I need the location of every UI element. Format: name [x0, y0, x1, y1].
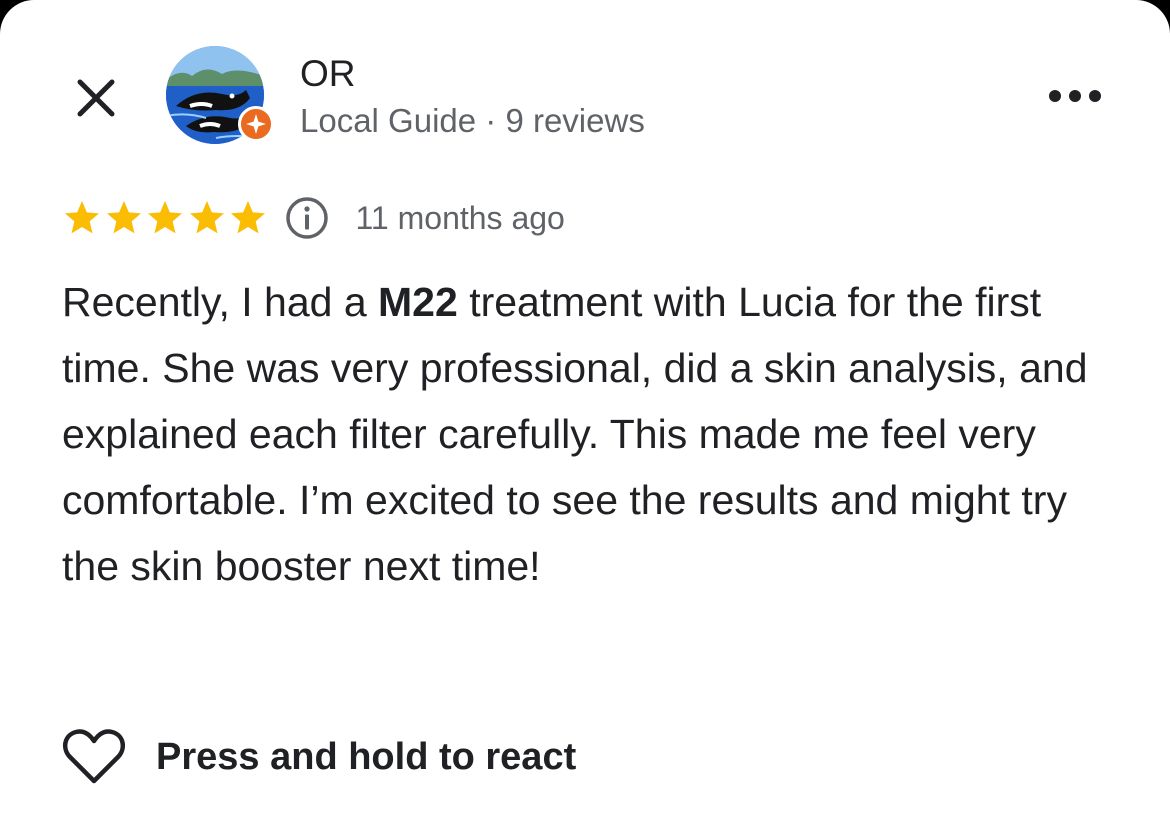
info-icon[interactable] [284, 195, 330, 241]
review-date: 11 months ago [355, 199, 565, 236]
review-text-part: Recently, I had a [62, 279, 379, 325]
close-button[interactable] [70, 72, 122, 124]
react-button[interactable]: Press and hold to react [62, 724, 576, 790]
star-icon [65, 201, 99, 234]
reviewer-name[interactable]: OR [300, 52, 356, 96]
review-text: Recently, I had a M22 treatment with Luc… [62, 269, 1122, 599]
more-options-button[interactable] [1040, 76, 1110, 116]
star-icon [148, 201, 182, 234]
star-icon [106, 201, 141, 234]
reviewer-avatar-group[interactable] [166, 46, 278, 146]
heart-outline-icon [62, 729, 126, 784]
local-guide-star-badge [246, 114, 266, 134]
review-text-part: treatment with Lucia for the first time.… [62, 279, 1088, 589]
review-sheet: OR Local Guide · 9 reviews 11 months ago… [0, 0, 1170, 826]
react-label: Press and hold to react [156, 735, 577, 778]
star-rating [62, 198, 270, 238]
close-icon [77, 79, 115, 117]
star-icon [231, 201, 265, 234]
local-guide-badge [238, 106, 274, 142]
reviewer-meta[interactable]: Local Guide · 9 reviews [300, 100, 645, 142]
more-horizontal-icon [1049, 90, 1101, 102]
star-icon [189, 201, 224, 234]
review-text-bold: M22 [378, 279, 458, 325]
rating-row: 11 months ago [62, 194, 565, 242]
